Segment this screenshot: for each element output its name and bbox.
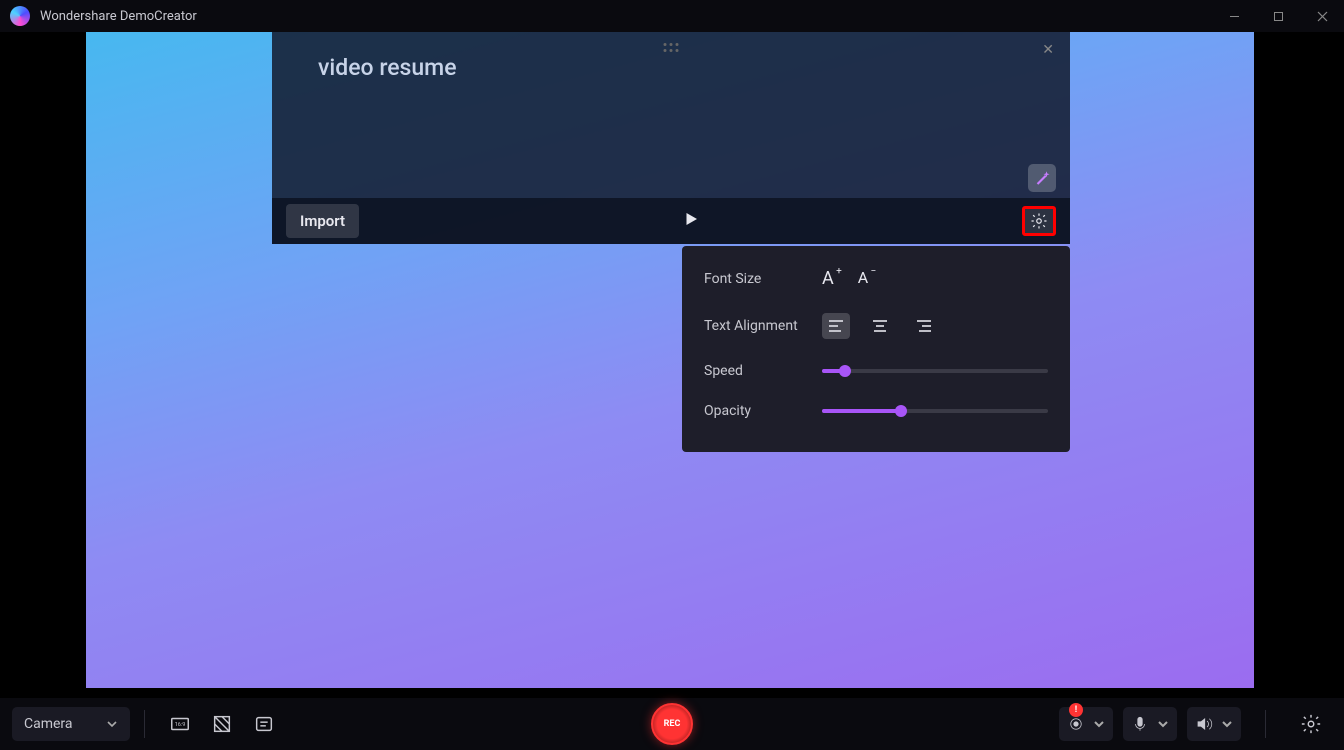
bottom-toolbar: Camera 16:9 REC ! — [0, 698, 1344, 750]
webcam-toggle[interactable]: ! — [1059, 707, 1113, 741]
settings-button[interactable] — [1296, 709, 1326, 739]
ai-wand-button[interactable] — [1028, 164, 1056, 192]
import-button[interactable]: Import — [286, 204, 359, 238]
alert-badge: ! — [1069, 703, 1083, 717]
font-size-label: Font Size — [704, 271, 822, 287]
teleprompter-close-button[interactable]: ✕ — [1042, 42, 1054, 58]
opacity-slider[interactable] — [822, 409, 1048, 413]
svg-text:16:9: 16:9 — [175, 722, 186, 728]
microphone-toggle[interactable] — [1123, 707, 1177, 741]
chevron-down-icon — [1157, 718, 1169, 730]
chevron-down-icon — [106, 718, 118, 730]
font-decrease-button[interactable]: A− — [858, 268, 868, 289]
align-left-button[interactable] — [822, 313, 850, 339]
maximize-button[interactable] — [1256, 0, 1300, 32]
chevron-down-icon — [1221, 718, 1233, 730]
drag-handle-icon[interactable] — [664, 43, 679, 52]
speed-label: Speed — [704, 363, 822, 379]
teleprompter-text[interactable]: video resume — [318, 54, 457, 81]
title-bar: Wondershare DemoCreator — [0, 0, 1344, 32]
teleprompter-panel: ✕ video resume Import — [272, 32, 1070, 244]
alignment-label: Text Alignment — [704, 318, 822, 334]
teleprompter-settings-button[interactable] — [1022, 206, 1056, 236]
chevron-down-icon — [1093, 718, 1105, 730]
aspect-ratio-button[interactable]: 16:9 — [165, 709, 195, 739]
divider — [144, 710, 145, 738]
align-center-button[interactable] — [866, 313, 894, 339]
teleprompter-settings-popup: Font Size A+ A− Text Alignment Speed Opa… — [682, 246, 1070, 452]
teleprompter-toolbar: Import — [272, 198, 1070, 244]
record-button[interactable]: REC — [651, 703, 693, 745]
minimize-button[interactable] — [1212, 0, 1256, 32]
font-increase-button[interactable]: A+ — [822, 268, 834, 289]
app-logo-icon — [10, 6, 30, 26]
teleprompter-toggle-button[interactable] — [249, 709, 279, 739]
source-label: Camera — [24, 716, 73, 732]
align-right-button[interactable] — [910, 313, 938, 339]
opacity-label: Opacity — [704, 403, 822, 419]
speed-slider[interactable] — [822, 369, 1048, 373]
speaker-toggle[interactable] — [1187, 707, 1241, 741]
background-button[interactable] — [207, 709, 237, 739]
source-selector[interactable]: Camera — [12, 707, 130, 741]
divider — [1265, 710, 1266, 738]
app-title: Wondershare DemoCreator — [40, 9, 197, 24]
play-button[interactable] — [682, 210, 700, 232]
close-button[interactable] — [1300, 0, 1344, 32]
